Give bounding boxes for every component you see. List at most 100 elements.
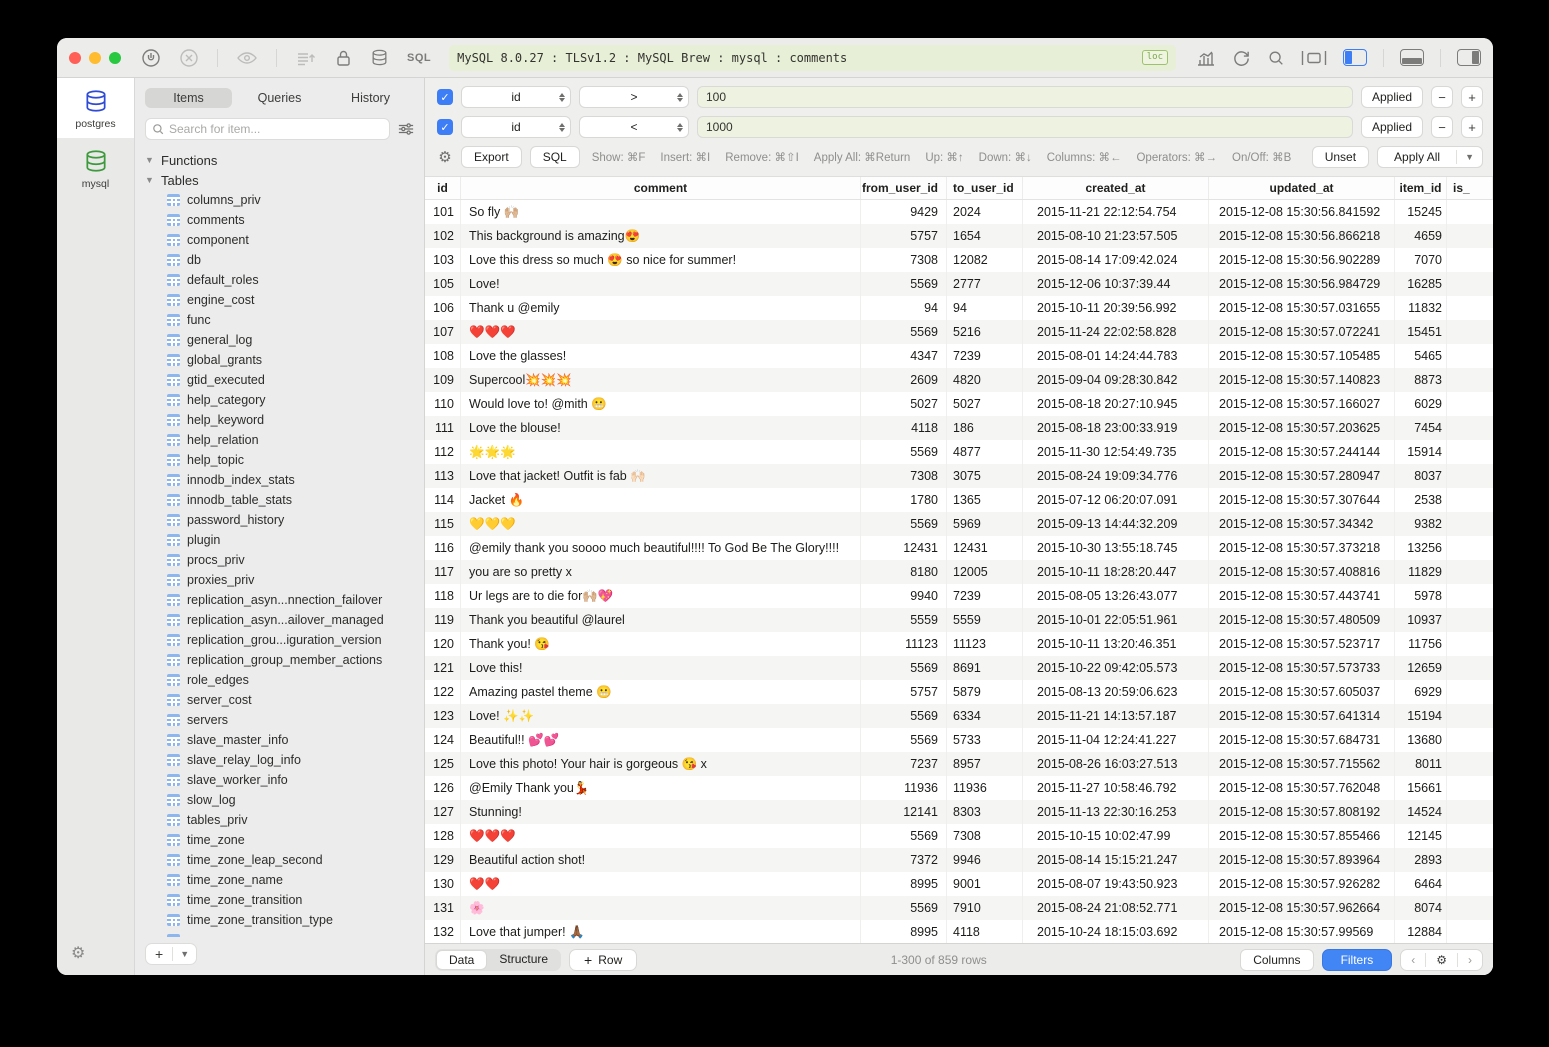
cell-from_user_id[interactable]: 5569: [861, 896, 947, 920]
cell-created_at[interactable]: 2015-10-01 22:05:51.961: [1023, 608, 1209, 632]
cell-is_[interactable]: [1447, 872, 1493, 896]
cell-comment[interactable]: 🌟🌟🌟: [461, 440, 861, 464]
cell-to_user_id[interactable]: 9001: [947, 872, 1023, 896]
cell-is_[interactable]: [1447, 800, 1493, 824]
cell-created_at[interactable]: 2015-08-18 20:27:10.945: [1023, 392, 1209, 416]
sidebar-table-gtid_executed[interactable]: gtid_executed: [145, 370, 424, 390]
cell-updated_at[interactable]: 2015-12-08 15:30:57.605037: [1209, 680, 1395, 704]
cell-to_user_id[interactable]: 3075: [947, 464, 1023, 488]
table-row[interactable]: 132Love that jumper! 🙏🏾899541182015-10-2…: [425, 920, 1493, 943]
cell-is_[interactable]: [1447, 440, 1493, 464]
cell-id[interactable]: 107: [425, 320, 461, 344]
cell-created_at[interactable]: 2015-10-11 18:28:20.447: [1023, 560, 1209, 584]
sidebar-table-innodb_index_stats[interactable]: innodb_index_stats: [145, 470, 424, 490]
table-row[interactable]: 118Ur legs are to die for🙌🏼💖994072392015…: [425, 584, 1493, 608]
cell-from_user_id[interactable]: 11123: [861, 632, 947, 656]
cell-updated_at[interactable]: 2015-12-08 15:30:57.962664: [1209, 896, 1395, 920]
cell-updated_at[interactable]: 2015-12-08 15:30:56.866218: [1209, 224, 1395, 248]
disconnect-icon[interactable]: [179, 48, 199, 68]
columns-button[interactable]: Columns: [1240, 949, 1313, 971]
cell-item_id[interactable]: 6464: [1395, 872, 1447, 896]
cell-comment[interactable]: Ur legs are to die for🙌🏼💖: [461, 584, 861, 608]
table-row[interactable]: 110Would love to! @mith 😬502750272015-08…: [425, 392, 1493, 416]
cell-from_user_id[interactable]: 2609: [861, 368, 947, 392]
database-icon[interactable]: [370, 48, 389, 67]
cell-is_[interactable]: [1447, 320, 1493, 344]
cell-to_user_id[interactable]: 8303: [947, 800, 1023, 824]
sidebar-table-time_zone_name[interactable]: time_zone_name: [145, 870, 424, 890]
sidebar-table-component[interactable]: component: [145, 230, 424, 250]
sidebar-table-tables_priv[interactable]: tables_priv: [145, 810, 424, 830]
cell-comment[interactable]: Love this dress so much 😍 so nice for su…: [461, 248, 861, 272]
sidebar-table-time_zone_leap_second[interactable]: time_zone_leap_second: [145, 850, 424, 870]
cell-comment[interactable]: ❤️❤️❤️: [461, 824, 861, 848]
table-row[interactable]: 131🌸556979102015-08-24 21:08:52.7712015-…: [425, 896, 1493, 920]
cell-to_user_id[interactable]: 7308: [947, 824, 1023, 848]
table-row[interactable]: 112🌟🌟🌟556948772015-11-30 12:54:49.735201…: [425, 440, 1493, 464]
column-header-updated_at[interactable]: updated_at: [1209, 177, 1395, 199]
cell-is_[interactable]: [1447, 224, 1493, 248]
table-row[interactable]: 113Love that jacket! Outfit is fab 🙌🏻730…: [425, 464, 1493, 488]
cell-to_user_id[interactable]: 12005: [947, 560, 1023, 584]
cell-id[interactable]: 124: [425, 728, 461, 752]
cell-item_id[interactable]: 7070: [1395, 248, 1447, 272]
cell-to_user_id[interactable]: 1365: [947, 488, 1023, 512]
cell-updated_at[interactable]: 2015-12-08 15:30:57.373218: [1209, 536, 1395, 560]
tab-history[interactable]: History: [327, 88, 414, 108]
table-row[interactable]: 105Love!556927772015-12-06 10:37:39.4420…: [425, 272, 1493, 296]
cell-item_id[interactable]: 11829: [1395, 560, 1447, 584]
cell-from_user_id[interactable]: 8995: [861, 920, 947, 943]
cell-is_[interactable]: [1447, 560, 1493, 584]
cell-comment[interactable]: Supercool💥💥💥: [461, 368, 861, 392]
cell-from_user_id[interactable]: 4118: [861, 416, 947, 440]
cell-item_id[interactable]: 8037: [1395, 464, 1447, 488]
cell-to_user_id[interactable]: 5559: [947, 608, 1023, 632]
cell-is_[interactable]: [1447, 632, 1493, 656]
next-page-icon[interactable]: ›: [1458, 953, 1482, 967]
cell-comment[interactable]: Would love to! @mith 😬: [461, 392, 861, 416]
sidebar-table-password_history[interactable]: password_history: [145, 510, 424, 530]
cell-id[interactable]: 103: [425, 248, 461, 272]
cell-id[interactable]: 106: [425, 296, 461, 320]
filter-column-select[interactable]: id: [461, 86, 571, 108]
table-row[interactable]: 108Love the glasses!434772392015-08-01 1…: [425, 344, 1493, 368]
cell-comment[interactable]: So fly 🙌🏼: [461, 200, 861, 224]
cell-id[interactable]: 113: [425, 464, 461, 488]
cell-comment[interactable]: Love! ✨✨: [461, 704, 861, 728]
cell-is_[interactable]: [1447, 392, 1493, 416]
table-row[interactable]: 124Beautiful!! 💕💕556957332015-11-04 12:2…: [425, 728, 1493, 752]
cell-comment[interactable]: Beautiful!! 💕💕: [461, 728, 861, 752]
cell-item_id[interactable]: 15914: [1395, 440, 1447, 464]
table-row[interactable]: 103Love this dress so much 😍 so nice for…: [425, 248, 1493, 272]
cell-item_id[interactable]: 5465: [1395, 344, 1447, 368]
cell-updated_at[interactable]: 2015-12-08 15:30:57.573733: [1209, 656, 1395, 680]
cell-from_user_id[interactable]: 12141: [861, 800, 947, 824]
cell-is_[interactable]: [1447, 368, 1493, 392]
cell-is_[interactable]: [1447, 512, 1493, 536]
cell-from_user_id[interactable]: 5569: [861, 272, 947, 296]
cell-updated_at[interactable]: 2015-12-08 15:30:57.34342: [1209, 512, 1395, 536]
sidebar-table-columns_priv[interactable]: columns_priv: [145, 190, 424, 210]
cell-created_at[interactable]: 2015-11-24 22:02:58.828: [1023, 320, 1209, 344]
cell-created_at[interactable]: 2015-10-24 18:15:03.692: [1023, 920, 1209, 943]
cell-id[interactable]: 114: [425, 488, 461, 512]
cell-id[interactable]: 125: [425, 752, 461, 776]
cell-to_user_id[interactable]: 5027: [947, 392, 1023, 416]
cell-item_id[interactable]: 15451: [1395, 320, 1447, 344]
cell-created_at[interactable]: 2015-11-21 14:13:57.187: [1023, 704, 1209, 728]
commit-log-icon[interactable]: [295, 49, 317, 67]
cell-updated_at[interactable]: 2015-12-08 15:30:57.307644: [1209, 488, 1395, 512]
cell-from_user_id[interactable]: 11936: [861, 776, 947, 800]
cell-created_at[interactable]: 2015-10-22 09:42:05.573: [1023, 656, 1209, 680]
table-row[interactable]: 127Stunning!1214183032015-11-13 22:30:16…: [425, 800, 1493, 824]
cell-created_at[interactable]: 2015-09-13 14:44:32.209: [1023, 512, 1209, 536]
table-row[interactable]: 121Love this!556986912015-10-22 09:42:05…: [425, 656, 1493, 680]
cell-is_[interactable]: [1447, 680, 1493, 704]
cell-item_id[interactable]: 8011: [1395, 752, 1447, 776]
cell-is_[interactable]: [1447, 272, 1493, 296]
table-row[interactable]: 123Love! ✨✨556963342015-11-21 14:13:57.1…: [425, 704, 1493, 728]
minimize-window-button[interactable]: [89, 52, 101, 64]
zoom-window-button[interactable]: [109, 52, 121, 64]
lock-icon[interactable]: [335, 49, 352, 67]
cell-created_at[interactable]: 2015-11-30 12:54:49.735: [1023, 440, 1209, 464]
